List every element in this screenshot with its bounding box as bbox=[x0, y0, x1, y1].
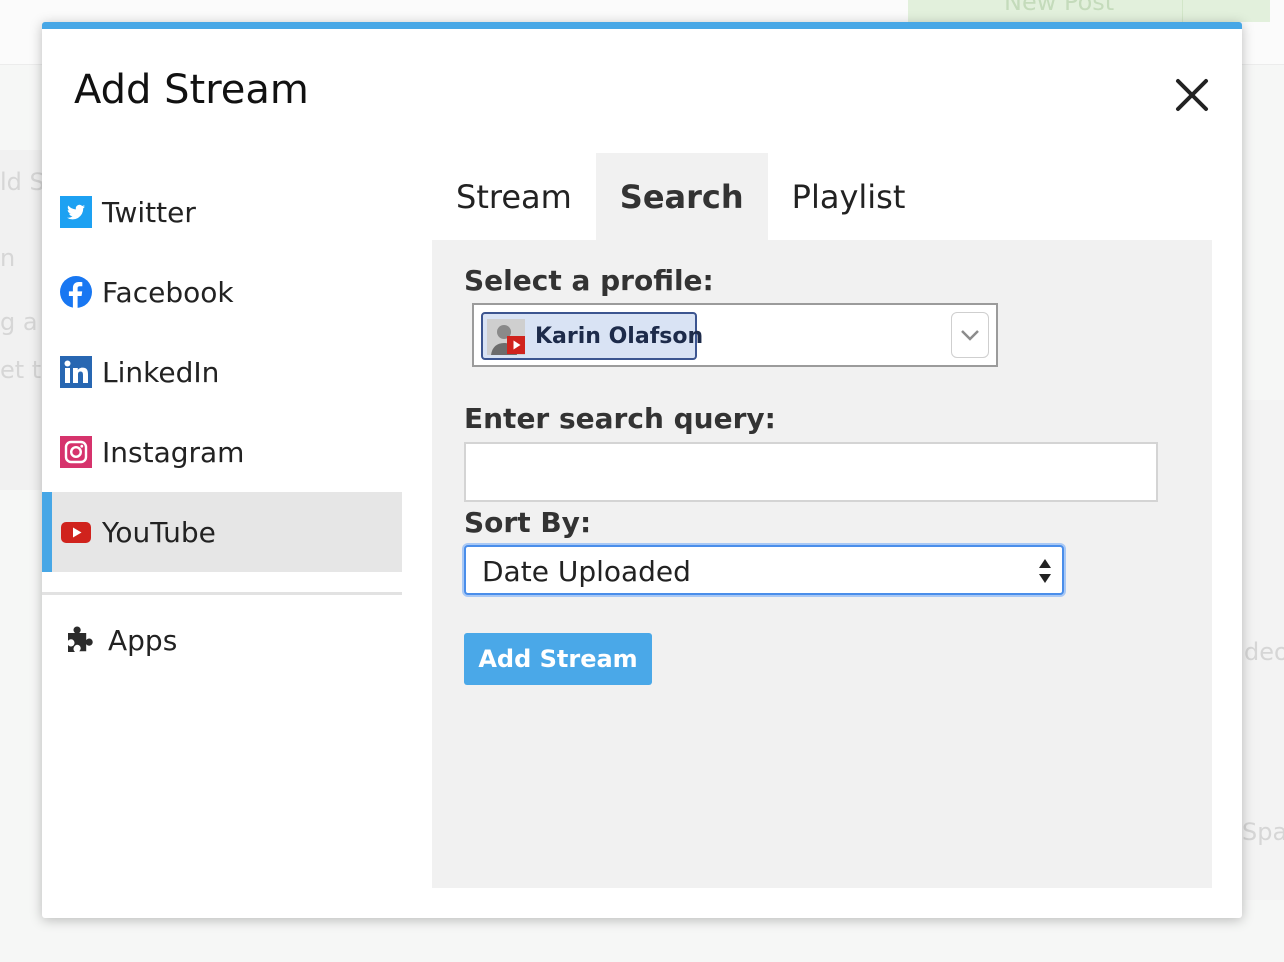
background-new-post-label: New Post bbox=[1004, 0, 1115, 16]
sidebar-item-instagram[interactable]: Instagram bbox=[42, 412, 402, 492]
youtube-icon bbox=[61, 522, 91, 543]
sidebar-item-apps[interactable]: Apps bbox=[42, 595, 402, 685]
twitter-icon bbox=[60, 196, 92, 228]
profile-dropdown-toggle[interactable] bbox=[951, 312, 989, 358]
linkedin-icon bbox=[60, 356, 92, 388]
sidebar-item-label: Instagram bbox=[102, 435, 245, 469]
search-query-label: Enter search query: bbox=[464, 402, 776, 435]
stream-type-tabs: Stream Search Playlist bbox=[432, 153, 929, 241]
search-query-input[interactable] bbox=[464, 442, 1158, 502]
background-new-post-divider bbox=[1182, 0, 1183, 22]
sidebar-item-twitter[interactable]: Twitter bbox=[42, 172, 402, 252]
sort-by-label: Sort By: bbox=[464, 506, 592, 539]
background-text: et t bbox=[0, 356, 42, 384]
network-sidebar: Twitter Facebook LinkedIn Instagram YouT… bbox=[42, 172, 402, 685]
sidebar-item-linkedin[interactable]: LinkedIn bbox=[42, 332, 402, 412]
profile-name: Karin Olafson bbox=[535, 324, 704, 349]
sidebar-item-label: YouTube bbox=[102, 515, 216, 549]
profile-select[interactable]: Karin Olafson bbox=[472, 303, 998, 367]
sidebar-item-facebook[interactable]: Facebook bbox=[42, 252, 402, 332]
profile-chip[interactable]: Karin Olafson bbox=[481, 312, 703, 360]
chevron-down-icon bbox=[961, 330, 979, 341]
add-stream-button[interactable]: Add Stream bbox=[464, 633, 652, 685]
modal-title: Add Stream bbox=[74, 67, 309, 113]
youtube-badge-icon bbox=[507, 336, 525, 354]
sidebar-item-label: Facebook bbox=[102, 275, 234, 309]
apps-label: Apps bbox=[108, 623, 178, 657]
profile-label: Select a profile: bbox=[464, 264, 714, 297]
search-form-panel: Select a profile: Karin Olafson Enter se… bbox=[432, 240, 1212, 888]
background-text: deo bbox=[1244, 638, 1284, 666]
add-stream-modal: Add Stream Twitter Facebook LinkedIn Ins… bbox=[42, 22, 1242, 918]
background-text: Spar bbox=[1242, 818, 1284, 846]
puzzle-piece-icon bbox=[68, 626, 93, 652]
instagram-icon bbox=[60, 436, 92, 468]
tab-search[interactable]: Search bbox=[595, 153, 768, 241]
facebook-icon bbox=[60, 276, 92, 308]
sort-by-value: Date Uploaded bbox=[482, 555, 691, 588]
tab-stream[interactable]: Stream bbox=[432, 153, 596, 241]
sort-by-select[interactable]: Date Uploaded bbox=[464, 545, 1064, 595]
select-arrows-icon bbox=[1039, 559, 1051, 583]
sidebar-item-label: LinkedIn bbox=[102, 355, 220, 389]
background-text: n bbox=[0, 244, 16, 272]
tab-playlist[interactable]: Playlist bbox=[768, 153, 930, 241]
sidebar-item-youtube[interactable]: YouTube bbox=[42, 492, 402, 572]
background-new-post-button: New Post bbox=[908, 0, 1270, 22]
close-icon[interactable] bbox=[1170, 73, 1214, 117]
sidebar-item-label: Twitter bbox=[102, 195, 196, 229]
